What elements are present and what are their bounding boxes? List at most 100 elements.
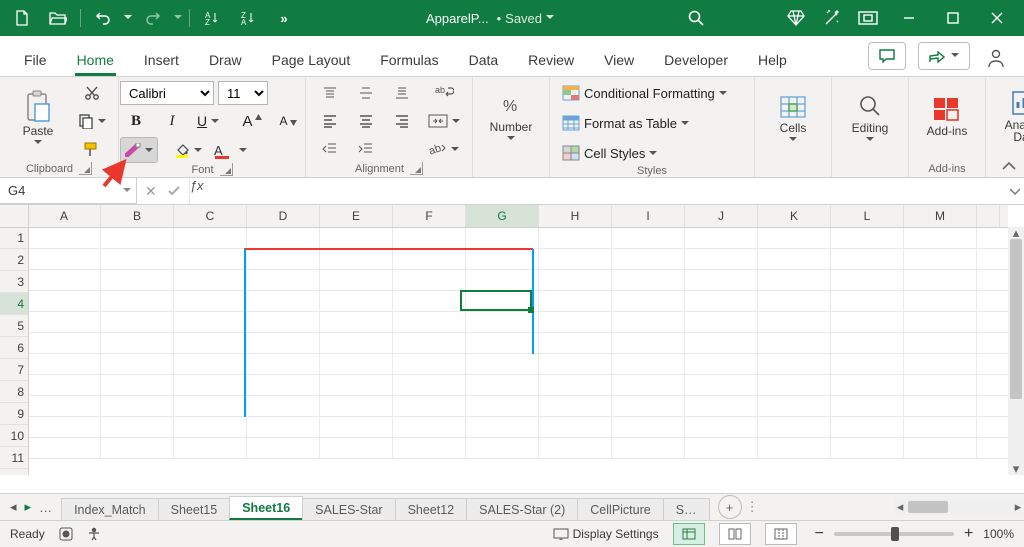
- cells-button[interactable]: Cells: [763, 81, 823, 153]
- scroll-down-icon[interactable]: ▾: [1008, 463, 1024, 475]
- cell[interactable]: [539, 416, 612, 438]
- saved-indicator[interactable]: • Saved: [497, 11, 554, 26]
- paste-button[interactable]: Paste: [8, 81, 68, 153]
- qat-overflow-icon[interactable]: »: [268, 2, 300, 34]
- increase-indent-icon[interactable]: [350, 137, 382, 161]
- redo-icon[interactable]: [137, 2, 169, 34]
- clipboard-launcher[interactable]: [79, 162, 92, 175]
- cell[interactable]: [247, 332, 320, 354]
- align-bottom-icon[interactable]: [386, 81, 418, 105]
- cancel-formula-icon[interactable]: ✕: [145, 183, 157, 200]
- name-box[interactable]: G4: [0, 178, 137, 204]
- cell[interactable]: [466, 227, 539, 249]
- cell[interactable]: [831, 416, 904, 438]
- cell[interactable]: [393, 437, 466, 459]
- new-sheet-button[interactable]: +: [718, 495, 742, 519]
- tab-home[interactable]: Home: [65, 46, 126, 76]
- cell[interactable]: [831, 248, 904, 270]
- open-file-icon[interactable]: [42, 2, 74, 34]
- ribbon-mode-icon[interactable]: [852, 2, 884, 34]
- sheet-tab[interactable]: Sheet12: [395, 498, 468, 520]
- cell-styles-button[interactable]: Cell Styles: [558, 141, 746, 165]
- view-pagebreak-button[interactable]: [765, 523, 797, 545]
- borders-button[interactable]: [120, 137, 158, 163]
- scroll-up-icon[interactable]: ▴: [1008, 227, 1024, 239]
- tab-draw[interactable]: Draw: [197, 46, 254, 76]
- cell[interactable]: [393, 353, 466, 375]
- cell[interactable]: [612, 437, 685, 459]
- close-button[interactable]: [976, 2, 1018, 34]
- row-header[interactable]: 4: [0, 293, 28, 315]
- zoom-slider[interactable]: [834, 532, 954, 536]
- cell[interactable]: [904, 374, 977, 396]
- col-header[interactable]: H: [539, 205, 612, 227]
- expand-formula-bar-icon[interactable]: [1006, 178, 1024, 204]
- cell[interactable]: [466, 416, 539, 438]
- diamond-icon[interactable]: [780, 2, 812, 34]
- cell[interactable]: [101, 416, 174, 438]
- tab-view[interactable]: View: [592, 46, 646, 76]
- cell[interactable]: [539, 437, 612, 459]
- scroll-right-icon[interactable]: ▸: [1012, 499, 1024, 515]
- cell[interactable]: [831, 395, 904, 417]
- bold-button[interactable]: B: [120, 109, 152, 133]
- new-file-icon[interactable]: [6, 2, 38, 34]
- cell[interactable]: [831, 269, 904, 291]
- cell[interactable]: [247, 311, 320, 333]
- row-header[interactable]: 11: [0, 447, 28, 469]
- cell[interactable]: [101, 311, 174, 333]
- cell[interactable]: [101, 332, 174, 354]
- row-header[interactable]: 3: [0, 271, 28, 293]
- cell[interactable]: [539, 353, 612, 375]
- cell[interactable]: [612, 395, 685, 417]
- sheet-tab[interactable]: CellPicture: [577, 498, 663, 520]
- col-header[interactable]: F: [393, 205, 466, 227]
- col-header[interactable]: L: [831, 205, 904, 227]
- cell[interactable]: [685, 248, 758, 270]
- vscroll-thumb[interactable]: [1010, 239, 1022, 399]
- sheet-tab[interactable]: SALES-Star: [302, 498, 395, 520]
- align-top-icon[interactable]: [314, 81, 346, 105]
- cell[interactable]: [393, 290, 466, 312]
- maximize-button[interactable]: [932, 2, 974, 34]
- cell[interactable]: [758, 227, 831, 249]
- cell[interactable]: [466, 332, 539, 354]
- comments-button[interactable]: [868, 42, 906, 70]
- hscroll-thumb[interactable]: [908, 501, 948, 513]
- enter-formula-icon[interactable]: [167, 185, 181, 197]
- cell[interactable]: [101, 290, 174, 312]
- cells-area[interactable]: [28, 227, 1008, 475]
- zoom-in-button[interactable]: +: [960, 525, 977, 543]
- cell[interactable]: [101, 437, 174, 459]
- cell[interactable]: [539, 395, 612, 417]
- tab-insert[interactable]: Insert: [132, 46, 191, 76]
- row-header[interactable]: 9: [0, 403, 28, 425]
- cell[interactable]: [685, 353, 758, 375]
- cell[interactable]: [393, 374, 466, 396]
- cell[interactable]: [904, 437, 977, 459]
- col-header[interactable]: I: [612, 205, 685, 227]
- cell[interactable]: [320, 374, 393, 396]
- cell[interactable]: [320, 227, 393, 249]
- cell[interactable]: [28, 248, 101, 270]
- row-header[interactable]: 2: [0, 249, 28, 271]
- decrease-indent-icon[interactable]: [314, 137, 346, 161]
- cell[interactable]: [758, 416, 831, 438]
- cell[interactable]: [758, 248, 831, 270]
- cell[interactable]: [612, 248, 685, 270]
- cell[interactable]: [101, 227, 174, 249]
- cell[interactable]: [612, 416, 685, 438]
- sheet-tab[interactable]: Sheet15: [158, 498, 231, 520]
- cell[interactable]: [320, 395, 393, 417]
- copy-icon[interactable]: [74, 109, 110, 133]
- cell[interactable]: [174, 290, 247, 312]
- format-painter-icon[interactable]: [74, 137, 110, 161]
- redo-dropdown[interactable]: [173, 15, 183, 21]
- sheet-tab[interactable]: Sheet16: [229, 496, 303, 520]
- cell[interactable]: [174, 395, 247, 417]
- cell[interactable]: [758, 290, 831, 312]
- cell[interactable]: [758, 437, 831, 459]
- formula-input[interactable]: [216, 178, 1006, 204]
- font-size-select[interactable]: 11: [218, 81, 268, 105]
- cell[interactable]: [904, 311, 977, 333]
